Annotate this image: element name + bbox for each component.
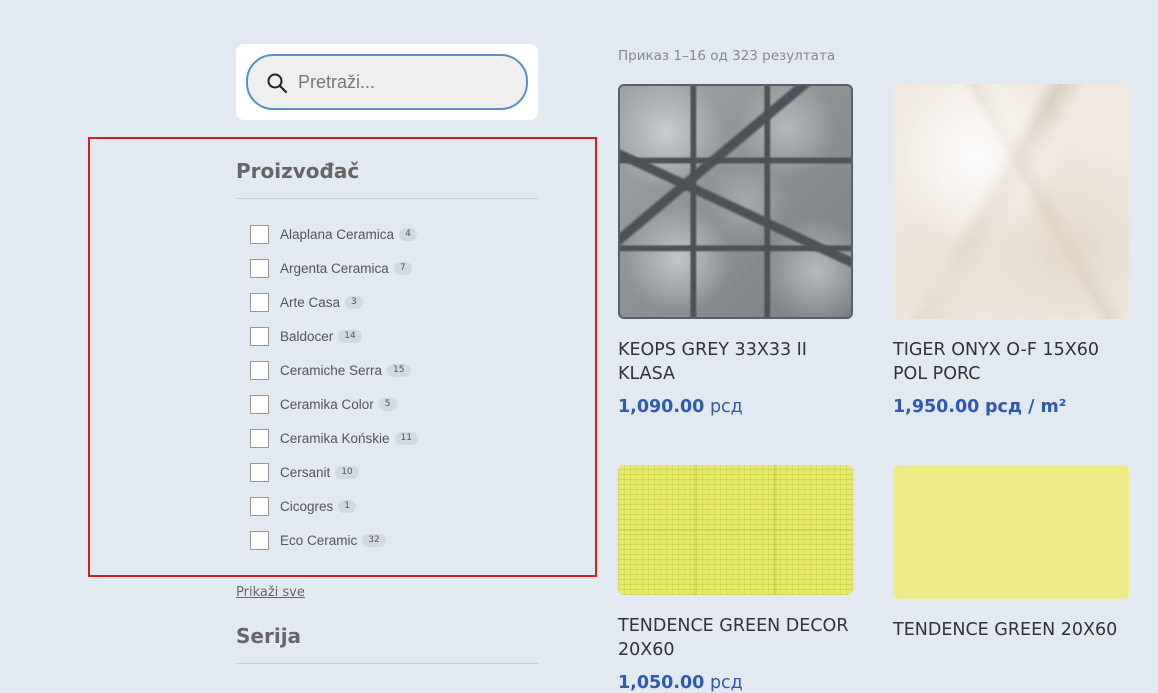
- checkbox[interactable]: [250, 326, 269, 346]
- price-amount: 1,950.00: [893, 397, 980, 417]
- product-price: 1,050.00 рсд: [618, 673, 743, 693]
- filter-label: Baldocer: [280, 328, 334, 344]
- product-title[interactable]: TENDENCE GREEN DECOR 20X60: [618, 614, 858, 662]
- filter-label: Eco Ceramic: [280, 533, 358, 549]
- filter-label: Arte Casa: [280, 294, 341, 310]
- filter-item-ceramiche-serra[interactable]: Ceramiche Serra 15: [250, 353, 418, 387]
- filter-item-cersanit[interactable]: Cersanit 10: [250, 456, 418, 490]
- filter-item-ceramika-color[interactable]: Ceramika Color 5: [250, 387, 418, 421]
- search-icon[interactable]: [266, 72, 288, 94]
- manufacturer-filter-title: Proizvođač: [236, 159, 360, 183]
- price-amount: 1,050.00: [618, 673, 705, 693]
- product-price: 1,950.00 рсд / m²: [893, 397, 1066, 417]
- count-badge: 32: [362, 534, 386, 548]
- checkbox[interactable]: [250, 531, 269, 551]
- series-filter-title: Serija: [236, 624, 302, 648]
- product-image[interactable]: [618, 84, 853, 319]
- count-badge: 10: [335, 466, 359, 480]
- checkbox[interactable]: [250, 292, 269, 312]
- show-all-link[interactable]: Prikaži sve: [236, 585, 305, 600]
- checkbox[interactable]: [250, 497, 269, 517]
- series-divider: [236, 663, 538, 664]
- product-image[interactable]: [893, 84, 1129, 319]
- filter-item-arte-casa[interactable]: Arte Casa 3: [250, 285, 418, 319]
- checkbox[interactable]: [250, 429, 269, 449]
- filter-label: Ceramika Końskie: [280, 431, 390, 447]
- filter-item-baldocer[interactable]: Baldocer 14: [250, 319, 418, 353]
- count-badge: 1: [338, 500, 357, 514]
- filter-label: Ceramika Color: [280, 397, 374, 413]
- filter-label: Cicogres: [280, 499, 334, 515]
- product-price: 1,090.00 рсд: [618, 397, 743, 417]
- price-unit: рсд: [709, 397, 743, 417]
- price-unit: рсд / m²: [984, 397, 1067, 417]
- search-field[interactable]: [246, 54, 528, 110]
- count-badge: 15: [387, 363, 411, 377]
- product-title[interactable]: TENDENCE GREEN 20X60: [893, 618, 1133, 642]
- price-amount: 1,090.00: [618, 397, 705, 417]
- filter-item-alaplana-ceramica[interactable]: Alaplana Ceramica 4: [250, 217, 418, 251]
- product-image[interactable]: [618, 465, 853, 595]
- filter-item-eco-ceramic[interactable]: Eco Ceramic 32: [250, 524, 418, 558]
- search-input[interactable]: [298, 56, 518, 108]
- filter-label: Cersanit: [280, 465, 331, 481]
- checkbox[interactable]: [250, 224, 269, 244]
- checkbox[interactable]: [250, 258, 269, 278]
- checkbox[interactable]: [250, 463, 269, 483]
- filter-label: Alaplana Ceramica: [280, 226, 395, 242]
- checkbox[interactable]: [250, 395, 269, 415]
- result-count: Приказ 1–16 од 323 резултата: [618, 48, 836, 64]
- price-unit: рсд: [709, 673, 743, 693]
- manufacturer-filter-list: Alaplana Ceramica 4 Argenta Ceramica 7 A…: [250, 217, 418, 558]
- filter-item-ceramika-konskie[interactable]: Ceramika Końskie 11: [250, 422, 418, 456]
- checkbox[interactable]: [250, 360, 269, 380]
- filter-item-argenta-ceramica[interactable]: Argenta Ceramica 7: [250, 251, 418, 285]
- product-title[interactable]: KEOPS GREY 33X33 II KLASA: [618, 338, 858, 386]
- count-badge: 5: [378, 398, 397, 412]
- filter-label: Ceramiche Serra: [280, 362, 383, 378]
- count-badge: 14: [338, 329, 362, 343]
- count-badge: 4: [399, 227, 417, 241]
- manufacturer-divider: [236, 198, 538, 199]
- count-badge: 7: [393, 261, 412, 275]
- filter-label: Argenta Ceramica: [280, 260, 389, 276]
- product-title[interactable]: TIGER ONYX O-F 15X60 POL PORC: [893, 338, 1133, 386]
- product-image[interactable]: [893, 465, 1129, 599]
- filter-item-cicogres[interactable]: Cicogres 1: [250, 490, 418, 524]
- search-container: [236, 44, 538, 120]
- count-badge: 11: [394, 432, 418, 446]
- count-badge: 3: [345, 295, 363, 309]
